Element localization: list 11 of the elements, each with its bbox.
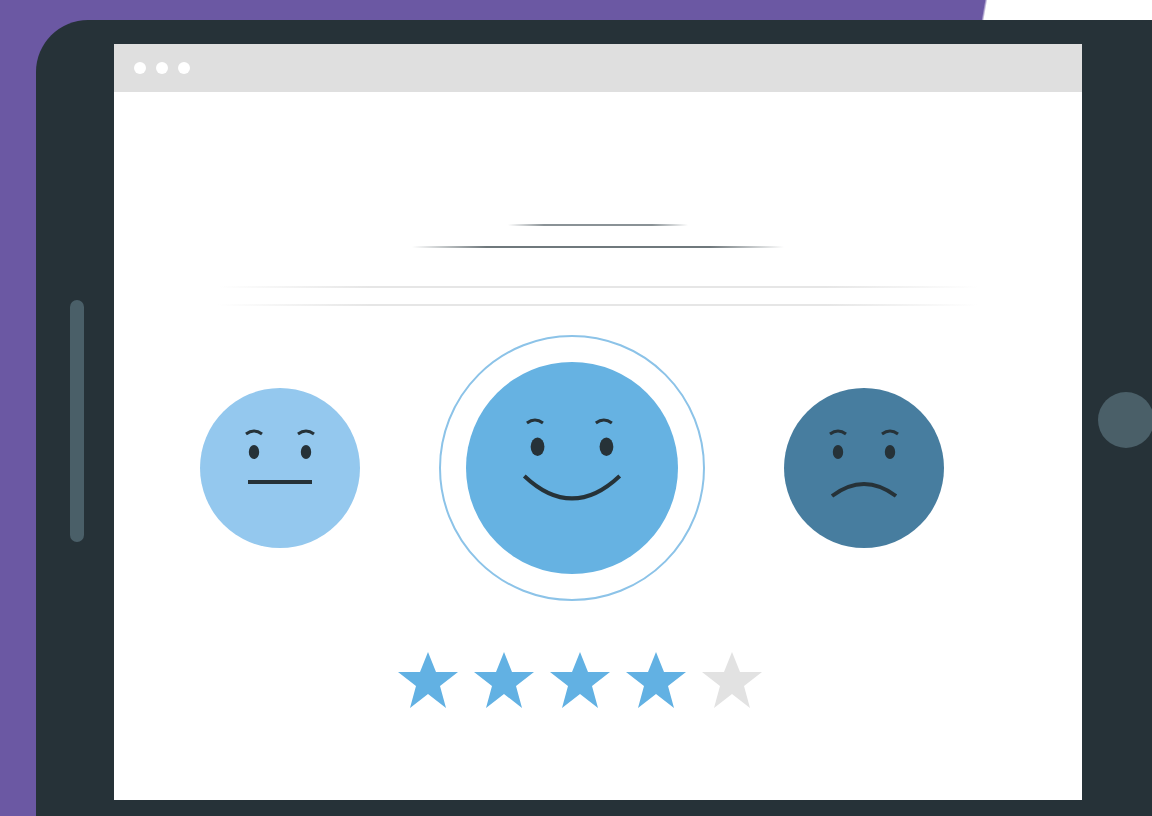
star-icon[interactable] [395, 650, 459, 710]
star-icon[interactable] [471, 650, 535, 710]
happy-face-icon[interactable] [438, 334, 706, 602]
window-dot-icon [156, 62, 168, 74]
window-dot-icon [178, 62, 190, 74]
neutral-face-icon[interactable] [198, 386, 362, 550]
sad-face-icon[interactable] [782, 386, 946, 550]
star-icon[interactable] [699, 650, 763, 710]
star-icon[interactable] [547, 650, 611, 710]
star-icon[interactable] [623, 650, 687, 710]
window-dot-icon [134, 62, 146, 74]
